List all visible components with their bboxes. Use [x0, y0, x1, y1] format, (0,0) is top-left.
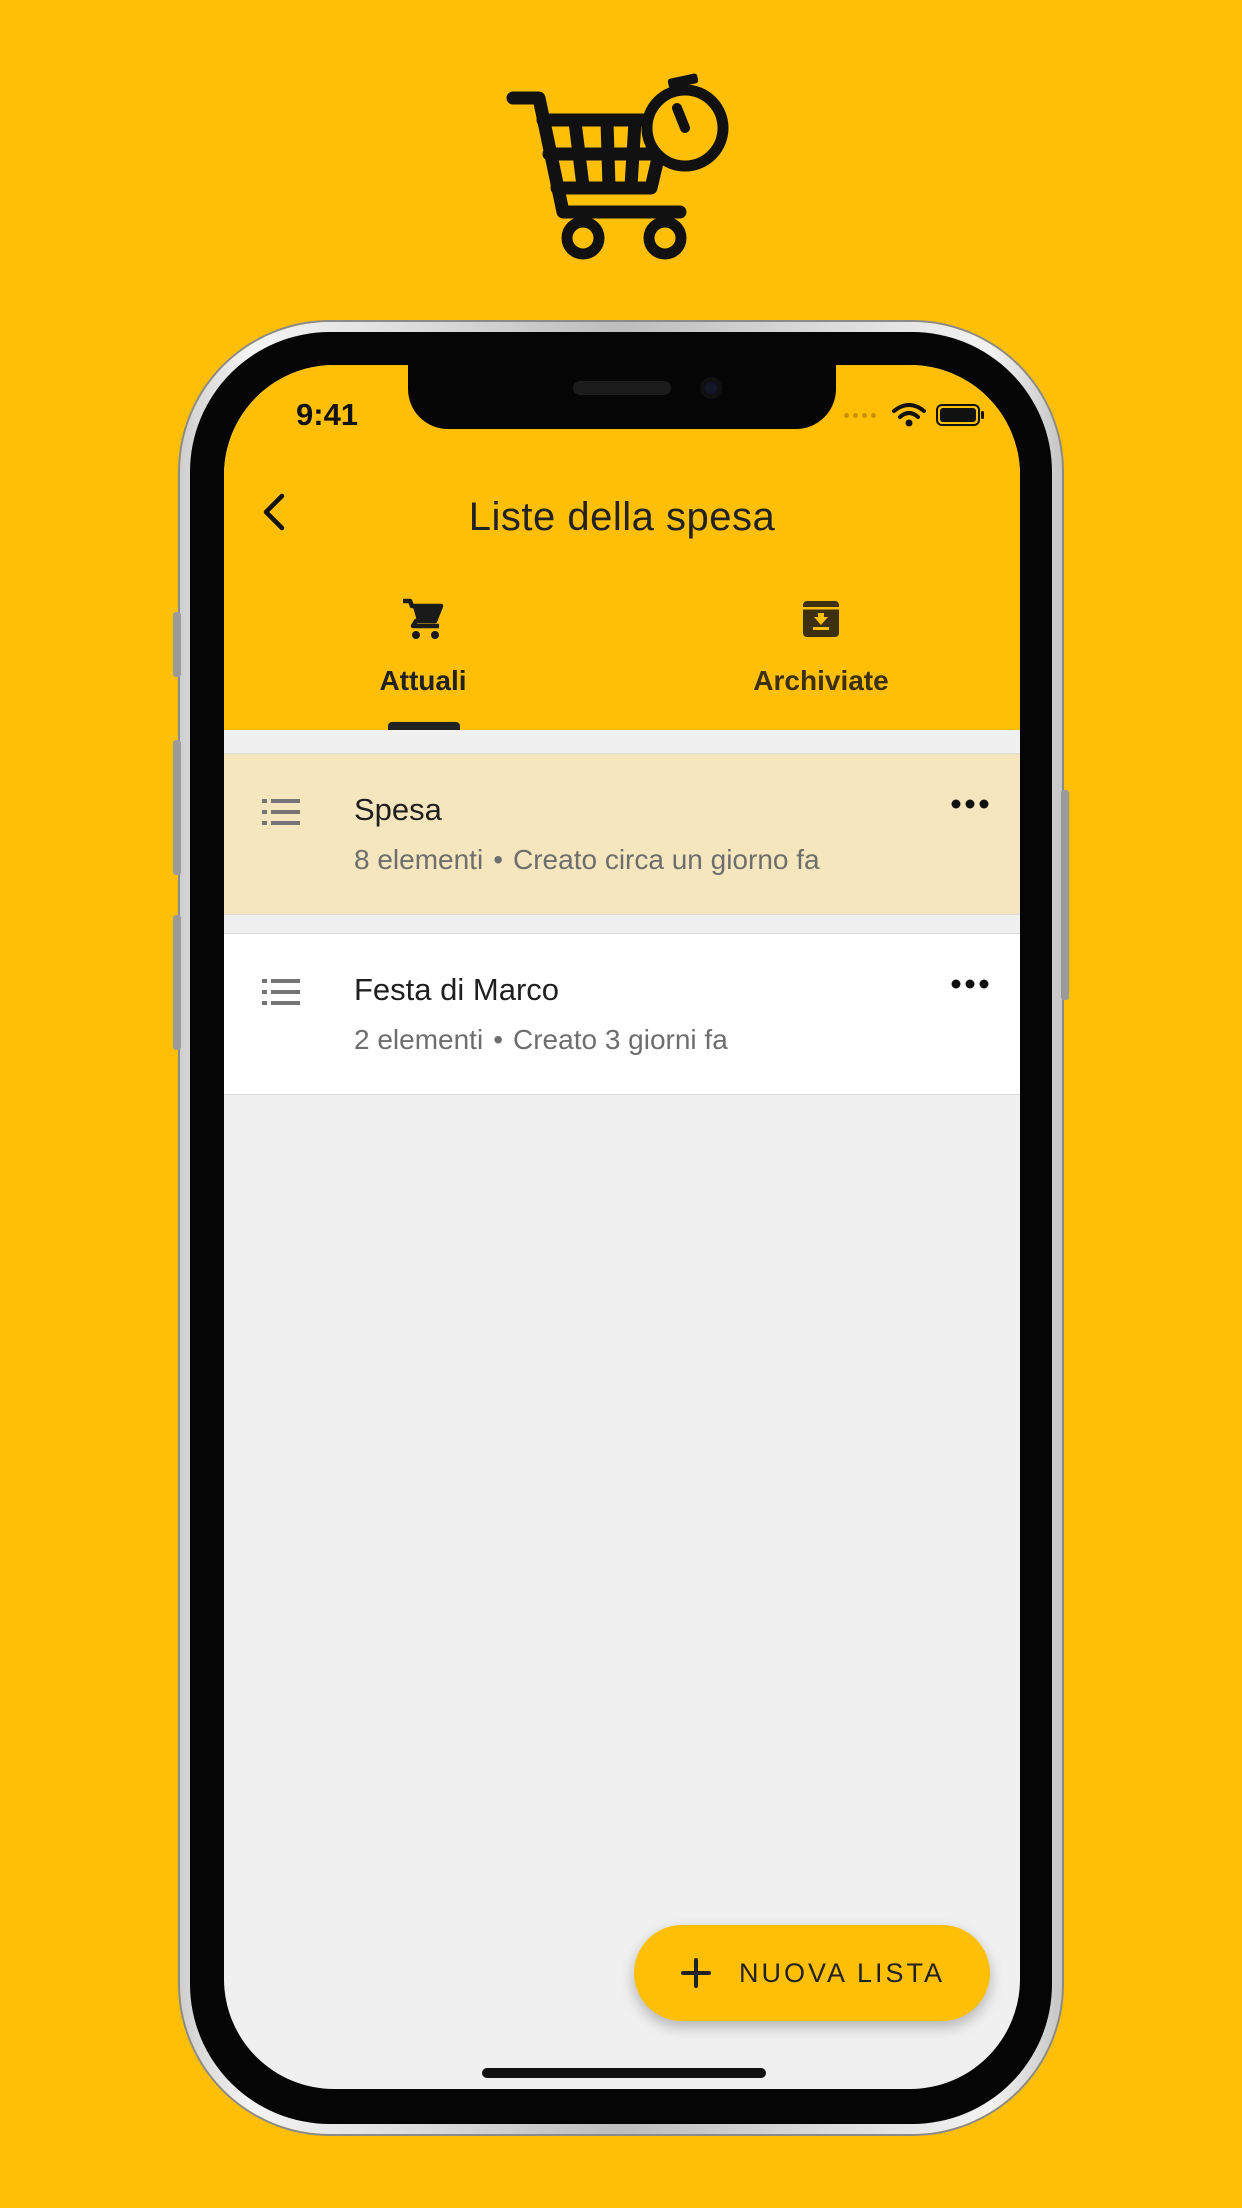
shopping-cart-icon [403, 598, 444, 639]
list-item-separator: • [493, 1024, 503, 1055]
list-item-subtitle: 8 elementi • Creato circa un giorno fa [354, 844, 820, 876]
page-title: Liste della spesa [468, 495, 776, 539]
list-item-created: Creato 3 giorni fa [513, 1024, 728, 1055]
list-icon [262, 799, 300, 825]
tab-archiviate-label: Archiviate [753, 665, 889, 696]
front-camera [700, 377, 722, 399]
status-icons [844, 403, 986, 427]
wifi-icon [892, 403, 926, 427]
list-item-separator: • [493, 844, 503, 875]
list-item-title: Spesa [354, 792, 442, 827]
new-list-fab-button[interactable]: NUOVA LISTA [634, 1925, 990, 2021]
list-item-count: 8 elementi [354, 844, 484, 875]
battery-icon [936, 404, 984, 426]
list-item-created: Creato circa un giorno fa [513, 844, 820, 875]
new-list-fab-label: NUOVA LISTA [738, 1957, 946, 1988]
phone-notch [408, 365, 836, 429]
phone-silent-switch [173, 612, 181, 677]
phone-volume-up-button [173, 740, 181, 875]
phone-screen: 9:41 Liste della spesa Attuali Archiviat… [224, 365, 1020, 2089]
list-item[interactable]: Spesa 8 elementi • Creato circa un giorno … [224, 753, 1020, 915]
list-item-count: 2 elementi [354, 1024, 484, 1055]
earpiece-speaker [573, 381, 671, 395]
home-indicator[interactable] [482, 2068, 766, 2078]
list-item-subtitle: 2 elementi • Creato 3 giorni fa [354, 1024, 728, 1056]
tab-archiviate[interactable]: Archiviate [622, 595, 1020, 730]
list-item[interactable]: Festa di Marco 2 elementi • Creato 3 giorn… [224, 933, 1020, 1095]
archive-icon [803, 601, 839, 637]
tab-indicator [388, 722, 460, 730]
more-horizontal-icon [951, 799, 989, 809]
cellular-signal-icon [844, 412, 876, 418]
phone-power-button [1061, 790, 1069, 1000]
status-time: 9:41 [296, 397, 359, 432]
list-icon [262, 979, 300, 1005]
tab-attuali[interactable]: Attuali [224, 595, 622, 730]
plus-icon [680, 1958, 711, 1988]
phone-volume-down-button [173, 915, 181, 1050]
more-options-button[interactable] [950, 974, 990, 994]
tab-attuali-label: Attuali [379, 665, 467, 696]
list-item-title: Festa di Marco [354, 972, 560, 1007]
more-horizontal-icon [951, 979, 989, 989]
app-logo-cart-timer-icon [506, 73, 729, 260]
more-options-button[interactable] [950, 794, 990, 814]
